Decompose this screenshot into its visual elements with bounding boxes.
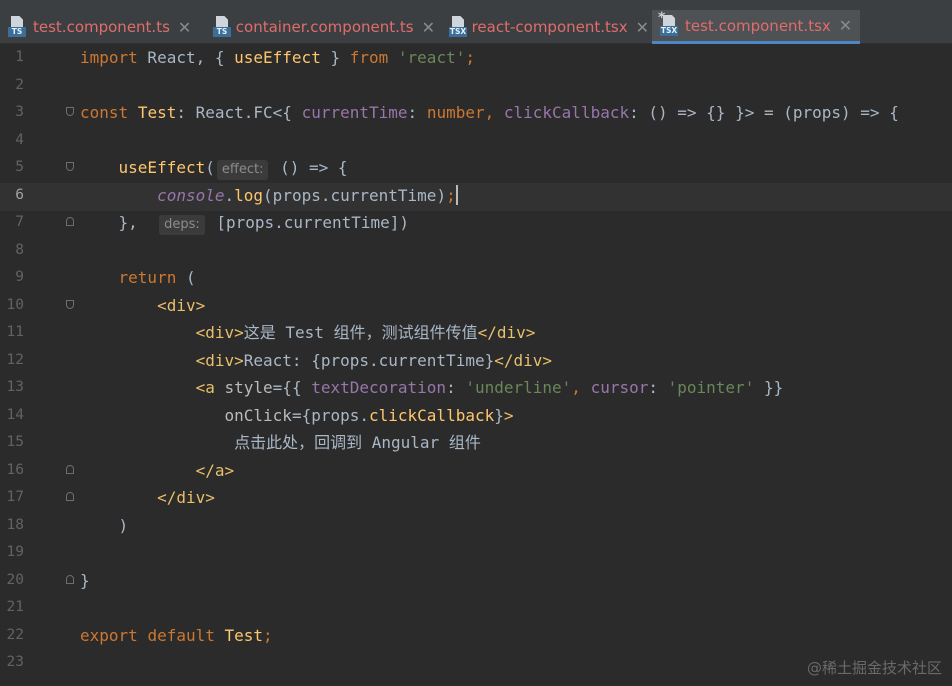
code-text: export default Test;	[80, 625, 273, 645]
close-icon[interactable]: ✕	[636, 18, 649, 37]
code-line[interactable]: 11 <div>这是 Test 组件，测试组件传值</div>	[0, 319, 952, 347]
tab-label: test.component.tsx	[685, 16, 831, 35]
line-number: 14	[6, 406, 24, 423]
fold-icon[interactable]	[66, 299, 74, 309]
code-line[interactable]: 1 import React, { useEffect } from 'reac…	[0, 44, 952, 72]
code-text: <a style={{ textDecoration: 'underline',…	[195, 378, 784, 397]
code-text: )	[118, 515, 129, 535]
tab-label: react-component.tsx	[471, 18, 628, 36]
code-line[interactable]: 6 console.log(props.currentTime);	[0, 182, 952, 210]
line-number: 17	[6, 489, 24, 505]
code-line[interactable]: 20 }	[0, 567, 952, 595]
fold-icon[interactable]	[66, 492, 74, 501]
tsx-file-icon: TSX	[449, 16, 467, 38]
line-number: 19	[6, 544, 24, 560]
tab-test-component-ts[interactable]: TS test.component.ts ✕	[0, 10, 197, 44]
line-number: 21	[6, 599, 24, 615]
line-number: 18	[6, 516, 24, 533]
fold-icon[interactable]	[66, 464, 74, 474]
line-number: 7	[15, 214, 24, 230]
code-text: }, deps: [props.currentTime])	[80, 209, 409, 237]
text-cursor	[455, 184, 458, 205]
code-line[interactable]: 13 <a style={{ textDecoration: 'underlin…	[0, 374, 952, 402]
code-line[interactable]: 5 useEffect(effect: () => {	[0, 154, 952, 182]
line-number: 12	[6, 351, 24, 368]
tab-label: test.component.ts	[33, 18, 170, 36]
close-icon[interactable]: ✕	[178, 18, 191, 37]
code-line[interactable]: 10 <div>	[0, 292, 952, 320]
line-number: 2	[15, 76, 24, 93]
code-line[interactable]: 22 export default Test;	[0, 622, 952, 650]
code-line[interactable]: 18 )	[0, 512, 952, 540]
code-text: const Test: React.FC<{ currentTime: numb…	[80, 103, 899, 122]
code-text: import React, { useEffect } from 'react'…	[80, 48, 475, 67]
line-number: 23	[6, 654, 24, 670]
typescript-file-icon: TS	[213, 16, 231, 38]
code-line[interactable]: 9 return (	[0, 264, 952, 292]
watermark: @稀土掘金技术社区	[806, 659, 942, 677]
code-text: <div>	[157, 295, 206, 315]
parameter-hint: deps:	[159, 215, 205, 235]
tab-test-component-tsx[interactable]: * TSX test.component.tsx ✕	[652, 10, 860, 44]
code-line[interactable]: 3 const Test: React.FC<{ currentTime: nu…	[0, 99, 952, 127]
code-text: console.log(props.currentTime);	[157, 184, 458, 205]
code-line[interactable]: 2	[0, 72, 952, 100]
line-number: 20	[6, 571, 24, 588]
code-text: </a>	[195, 460, 235, 480]
line-number: 22	[6, 626, 24, 643]
line-number: 15	[6, 434, 24, 450]
close-icon[interactable]: ✕	[839, 16, 852, 35]
code-line[interactable]: 15 点击此处，回调到 Angular 组件	[0, 429, 952, 457]
code-text: return (	[118, 268, 196, 287]
close-icon[interactable]: ✕	[422, 18, 435, 37]
code-line[interactable]: 17 </div>	[0, 484, 952, 512]
line-number: 5	[15, 159, 24, 175]
line-number: 9	[15, 269, 24, 285]
fold-icon[interactable]	[66, 107, 74, 116]
code-text: </div>	[157, 488, 215, 507]
code-line[interactable]: 8	[0, 237, 952, 265]
fold-icon[interactable]	[66, 217, 74, 226]
line-number: 4	[15, 131, 24, 148]
code-line[interactable]: 14 onClick={props.clickCallback}>	[0, 402, 952, 430]
tab-container-component-ts[interactable]: TS container.component.ts ✕	[205, 10, 435, 44]
code-line[interactable]: 19	[0, 539, 952, 567]
code-line[interactable]: 7 }, deps: [props.currentTime])	[0, 209, 952, 237]
line-number: 11	[6, 324, 24, 340]
tsx-file-icon: * TSX	[658, 9, 678, 36]
code-text: onClick={props.clickCallback}>	[224, 405, 514, 425]
line-number: 1	[15, 49, 24, 65]
code-text: <div>React: {props.currentTime}</div>	[195, 350, 553, 370]
fold-icon[interactable]	[66, 162, 74, 171]
code-editor[interactable]: 1 import React, { useEffect } from 'reac…	[0, 44, 952, 686]
line-number: 10	[6, 296, 24, 313]
tab-label: container.component.ts	[235, 18, 414, 36]
line-number: 6	[15, 186, 24, 203]
code-text: }	[80, 570, 90, 590]
tab-react-component-tsx[interactable]: TSX react-component.tsx ✕	[441, 10, 649, 44]
code-text: <div>这是 Test 组件，测试组件传值</div>	[195, 323, 536, 342]
editor-tab-bar: TS test.component.ts ✕ TS container.comp…	[0, 0, 952, 44]
line-number: 3	[15, 104, 24, 120]
line-number: 13	[6, 379, 24, 395]
code-line[interactable]: 4	[0, 127, 952, 155]
typescript-file-icon: TS	[8, 16, 26, 38]
line-number: 16	[6, 461, 24, 478]
fold-icon[interactable]	[66, 574, 74, 584]
code-line[interactable]: 16 </a>	[0, 457, 952, 485]
line-number: 8	[15, 241, 24, 258]
code-text: 点击此处，回调到 Angular 组件	[234, 433, 481, 452]
code-line[interactable]: 12 <div>React: {props.currentTime}</div>	[0, 347, 952, 375]
parameter-hint: effect:	[216, 160, 269, 180]
code-text: useEffect(effect: () => {	[80, 154, 348, 182]
code-line[interactable]: 21	[0, 594, 952, 622]
